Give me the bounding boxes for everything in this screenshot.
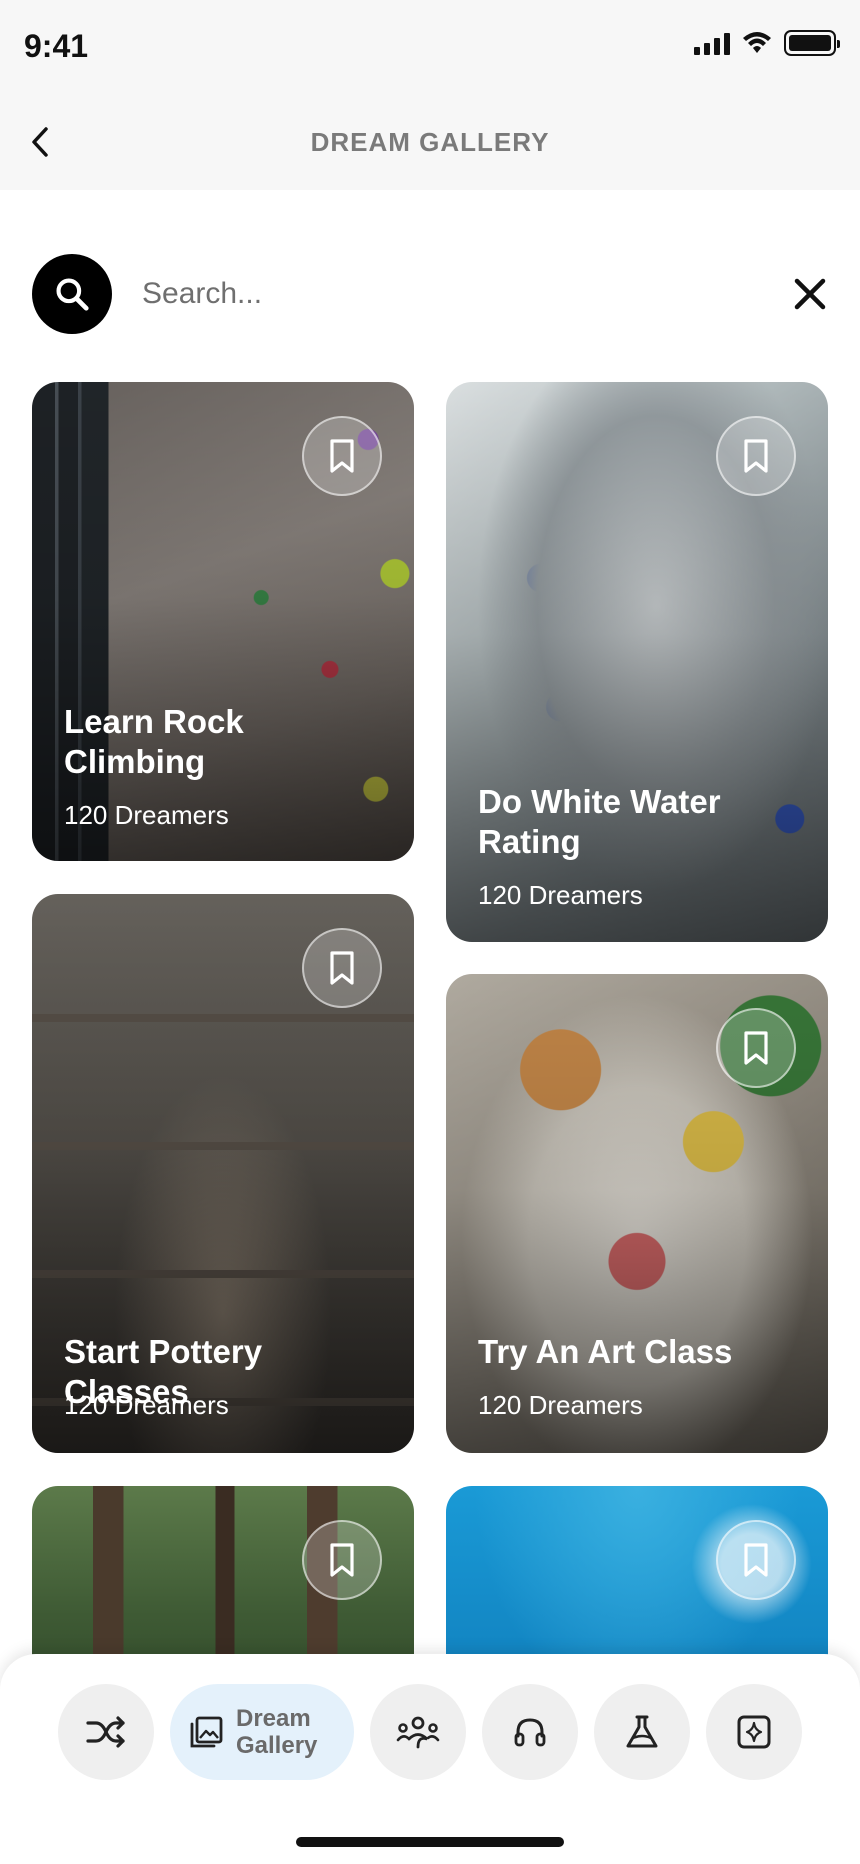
card-title: Learn Rock Climbing	[64, 703, 244, 780]
nav-lab-button[interactable]	[594, 1684, 690, 1780]
sparkle-icon	[737, 1715, 771, 1749]
dream-card-rock-climbing[interactable]: Learn Rock Climbing 120 Dreamers	[32, 382, 414, 861]
battery-icon	[784, 30, 840, 56]
community-icon	[396, 1716, 440, 1749]
page-title: DREAM GALLERY	[310, 127, 550, 157]
bookmark-icon	[744, 1031, 768, 1065]
search-bar	[32, 254, 832, 334]
nav-sparkle-button[interactable]	[706, 1684, 802, 1780]
status-time: 9:41	[24, 28, 89, 64]
gallery-icon	[190, 1716, 223, 1748]
bookmark-icon	[330, 439, 354, 473]
bookmark-button[interactable]	[716, 416, 796, 496]
bookmark-icon	[744, 439, 768, 473]
status-icons	[694, 30, 840, 56]
dream-gallery-screen: 9:41 DREAM GALLERY Search... Learn Rock …	[0, 0, 860, 1864]
search-icon	[56, 278, 89, 311]
home-indicator	[296, 1837, 564, 1847]
bookmark-button[interactable]	[302, 928, 382, 1008]
card-dreamers-count: 120 Dreamers	[478, 880, 643, 910]
nav-shuffle-button[interactable]	[58, 1684, 154, 1780]
card-title: Do White Water Rating	[478, 783, 721, 860]
dream-card-art-class[interactable]: Try An Art Class 120 Dreamers	[446, 974, 828, 1453]
search-input[interactable]	[142, 268, 702, 320]
nav-dream-gallery-button[interactable]: Dream Gallery	[170, 1684, 354, 1780]
bookmark-icon	[330, 1543, 354, 1577]
bookmark-button[interactable]	[716, 1520, 796, 1600]
lab-flask-icon	[626, 1715, 658, 1748]
close-icon	[794, 278, 826, 310]
top-bar: 9:41 DREAM GALLERY	[0, 0, 860, 190]
bottom-navigation: Dream Gallery	[0, 1654, 860, 1864]
bookmark-icon	[330, 951, 354, 985]
card-dreamers-count: 120 Dreamers	[478, 1390, 643, 1420]
nav-headphones-button[interactable]	[482, 1684, 578, 1780]
bookmark-icon	[744, 1543, 768, 1577]
nav-community-button[interactable]	[370, 1684, 466, 1780]
bookmark-button[interactable]	[302, 416, 382, 496]
dream-card-white-water[interactable]: Do White Water Rating 120 Dreamers	[446, 382, 828, 942]
card-title: Try An Art Class	[478, 1333, 733, 1370]
shuffle-icon	[86, 1716, 125, 1748]
card-dreamers-count: 120 Dreamers	[64, 1390, 229, 1420]
clear-search-button[interactable]	[788, 272, 832, 316]
bookmark-button[interactable]	[716, 1008, 796, 1088]
headphones-icon	[514, 1718, 546, 1747]
search-button[interactable]	[32, 254, 112, 334]
wifi-icon	[743, 32, 771, 53]
signal-icon	[694, 31, 730, 55]
dream-card-pottery[interactable]: Start Pottery Classes 120 Dreamers	[32, 894, 414, 1453]
card-dreamers-count: 120 Dreamers	[64, 800, 229, 830]
nav-active-label: Dream Gallery	[236, 1705, 318, 1759]
bookmark-button[interactable]	[302, 1520, 382, 1600]
